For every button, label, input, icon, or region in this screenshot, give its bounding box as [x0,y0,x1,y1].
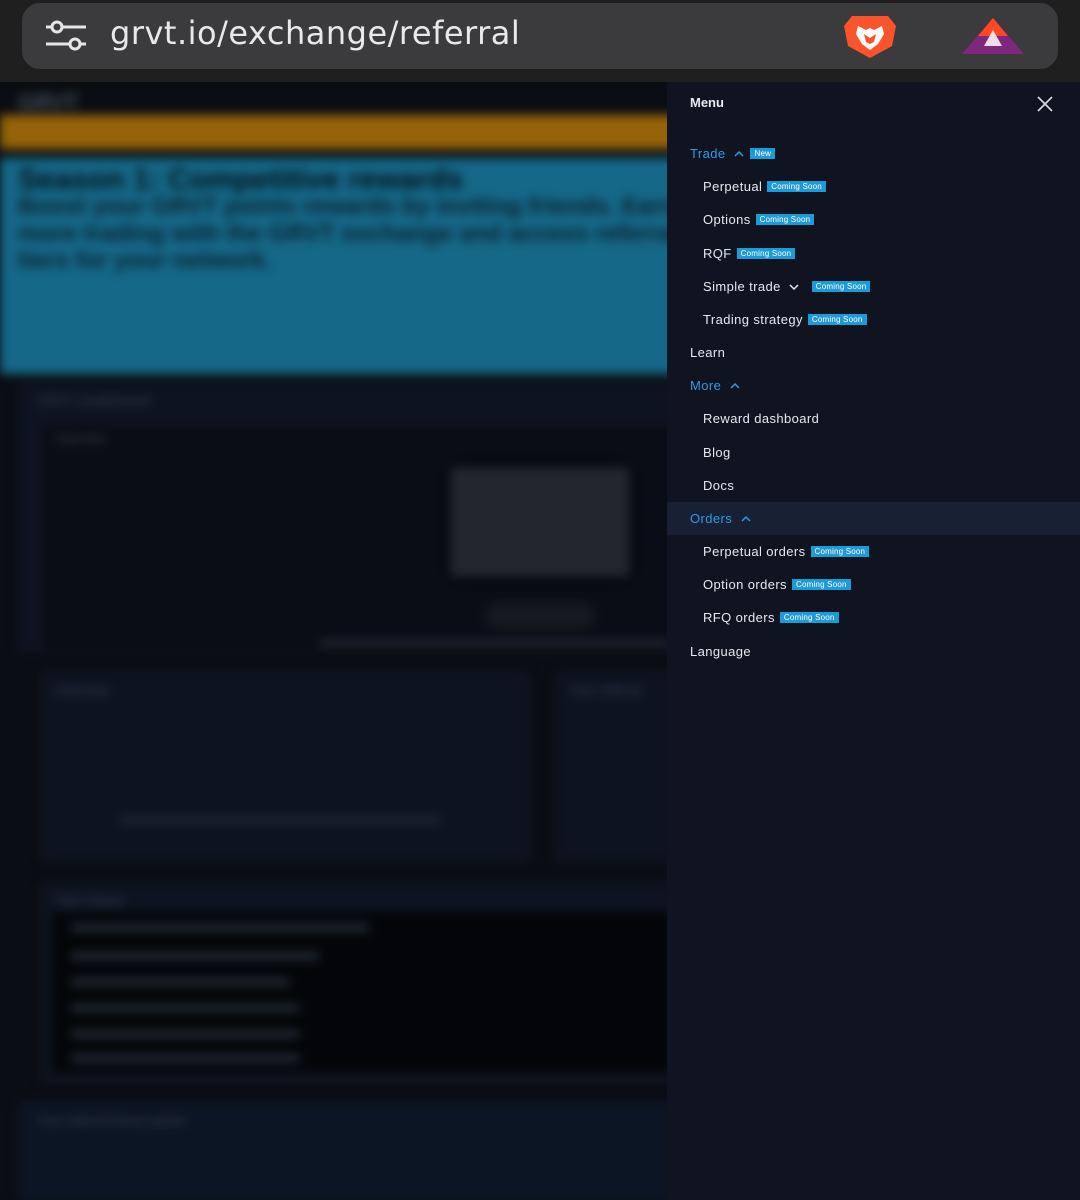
menu-item-trade[interactable]: Trade New [667,137,1080,170]
coming-soon-badge: Coming Soon [767,181,826,192]
coming-soon-badge: Coming Soon [807,314,867,325]
menu-item-trading-strategy[interactable]: Trading strategy Coming Soon [667,303,1080,336]
menu-item-perpetual[interactable]: Perpetual Coming Soon [667,170,1080,203]
menu-item-label: Blog [703,445,731,460]
menu-item-blog[interactable]: Blog [667,436,1080,469]
tune-icon[interactable] [44,19,88,53]
menu-item-docs[interactable]: Docs [667,469,1080,502]
menu-item-label: Perpetual orders [703,544,806,559]
menu-item-options[interactable]: Options Coming Soon [667,203,1080,236]
menu-item-label: RQF [703,246,732,261]
chevron-up-icon [730,382,740,389]
coming-soon-badge: Coming Soon [755,214,815,225]
coming-soon-badge: Coming Soon [791,579,851,590]
menu-item-label: Options [703,212,751,227]
chevron-down-icon [789,283,799,290]
menu-item-rqf[interactable]: RQF Coming Soon [667,237,1080,270]
brave-lion-icon[interactable] [838,12,902,60]
new-badge: New [750,148,776,159]
menu-item-label: RFQ orders [703,610,775,625]
menu-item-label: Learn [690,345,726,360]
menu-item-label: Trading strategy [703,312,803,327]
menu-item-label: Reward dashboard [703,411,820,426]
browser-toolbar: grvt.io/exchange/referral [0,0,1080,82]
chevron-up-icon [734,150,745,157]
menu-item-label: Language [690,644,752,659]
menu-item-more[interactable]: More [667,369,1080,402]
bat-triangle-icon[interactable] [960,16,1026,56]
menu-item-language[interactable]: Language [667,635,1080,668]
menu-item-learn[interactable]: Learn [667,336,1080,369]
coming-soon-badge: Coming Soon [779,612,839,623]
coming-soon-badge: Coming Soon [736,248,796,259]
menu-item-label: Perpetual [703,179,763,194]
menu-title: Menu [690,95,724,110]
menu-item-label: Trade [690,146,726,161]
url-text[interactable]: grvt.io/exchange/referral [110,14,520,52]
menu-item-label: Docs [703,478,735,493]
coming-soon-badge: Coming Soon [811,281,871,292]
menu-item-reward-dashboard[interactable]: Reward dashboard [667,402,1080,435]
menu-item-option-orders[interactable]: Option orders Coming Soon [667,568,1080,601]
menu-item-simple-trade[interactable]: Simple trade Coming Soon [667,270,1080,303]
side-menu: Menu Trade New Perpetual Coming Soon Opt… [667,82,1080,1200]
menu-item-perpetual-orders[interactable]: Perpetual orders Coming Soon [667,535,1080,568]
menu-item-label: Orders [690,511,733,526]
menu-item-label: Simple trade [703,279,781,294]
coming-soon-badge: Coming Soon [810,546,870,557]
menu-item-label: Option orders [703,577,787,592]
close-icon[interactable] [1035,94,1055,114]
menu-item-label: More [690,378,722,393]
chevron-up-icon [741,515,751,522]
menu-item-rfq-orders[interactable]: RFQ orders Coming Soon [667,601,1080,634]
menu-item-orders[interactable]: Orders [667,502,1080,535]
